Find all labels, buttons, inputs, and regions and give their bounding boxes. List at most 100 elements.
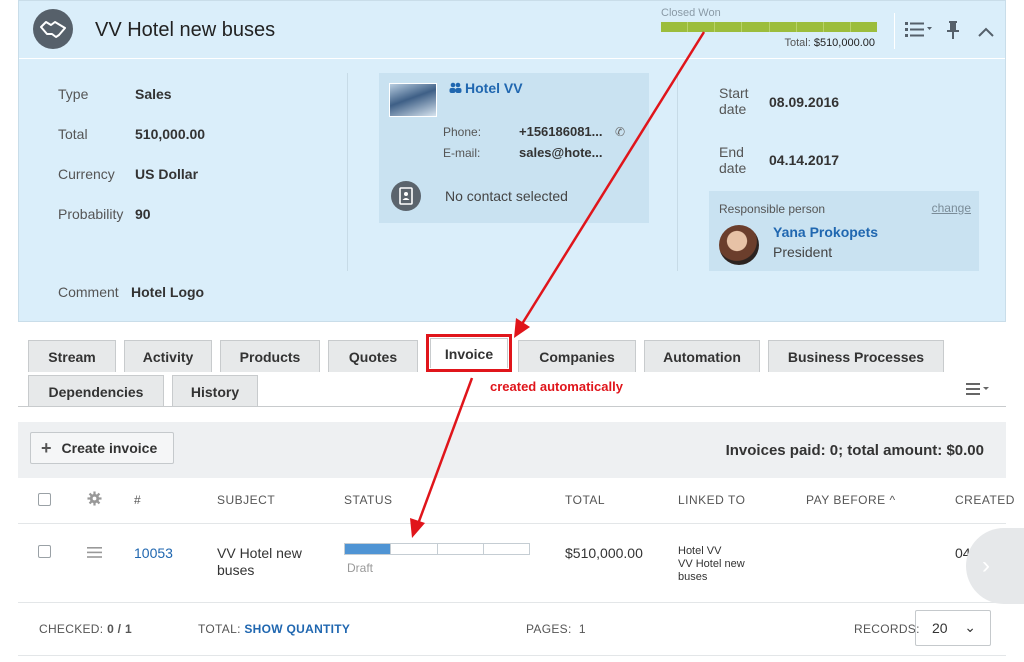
type-label: Type bbox=[58, 86, 89, 102]
currency-label: Currency bbox=[58, 166, 115, 182]
created-automatically-note: created automatically bbox=[490, 379, 623, 394]
total-quantity: TOTAL: SHOW QUANTITY bbox=[198, 622, 350, 636]
select-all-checkbox[interactable] bbox=[38, 493, 51, 506]
header-divider-line bbox=[18, 523, 1006, 524]
pages-info: PAGES: 1 bbox=[526, 622, 586, 636]
probability-label: Probability bbox=[58, 206, 124, 222]
invoice-total: $510,000.00 bbox=[565, 545, 643, 561]
table-footer: CHECKED: 0 / 1 TOTAL: SHOW QUANTITY PAGE… bbox=[18, 604, 1006, 656]
total-field-value: 510,000.00 bbox=[135, 126, 206, 142]
deal-card: VV Hotel new buses Closed Won Total: $51… bbox=[18, 0, 1006, 322]
phone-label: Phone: bbox=[443, 125, 482, 139]
handshake-icon bbox=[33, 9, 73, 49]
records-label: RECORDS: bbox=[854, 622, 920, 636]
sort-up-icon: ^ bbox=[885, 493, 896, 507]
pin-icon[interactable] bbox=[947, 21, 959, 43]
col-total-header[interactable]: TOTAL bbox=[565, 493, 605, 507]
stage-progress-bar[interactable] bbox=[661, 22, 877, 32]
status-text: Draft bbox=[347, 561, 374, 575]
row-divider-line bbox=[18, 602, 1006, 603]
phone-value: +156186081... bbox=[519, 124, 603, 139]
linked-deal-line2: buses bbox=[678, 571, 708, 583]
invoice-number-link[interactable]: 10053 bbox=[134, 545, 173, 561]
plus-icon: + bbox=[41, 437, 52, 458]
col-linked-header[interactable]: LINKED TO bbox=[678, 493, 745, 507]
total-value: $510,000.00 bbox=[813, 37, 875, 49]
collapse-chevron-icon[interactable] bbox=[978, 25, 994, 41]
checked-value: 0 / 1 bbox=[107, 622, 132, 636]
column-divider bbox=[677, 73, 678, 271]
tab-products[interactable]: Products bbox=[220, 340, 320, 372]
col-created-header[interactable]: CREATED bbox=[955, 493, 1015, 507]
responsible-card: Responsible person change Yana Prokopets… bbox=[709, 191, 979, 271]
pay-before-label: PAY BEFORE bbox=[806, 493, 886, 507]
tab-business-processes[interactable]: Business Processes bbox=[768, 340, 944, 372]
create-invoice-button[interactable]: + Create invoice bbox=[30, 432, 174, 464]
currency-value: US Dollar bbox=[135, 166, 199, 182]
stage-total: Total: $510,000.00 bbox=[784, 37, 875, 49]
column-divider bbox=[347, 73, 348, 271]
gear-icon[interactable] bbox=[87, 491, 102, 511]
end-date-label: End date bbox=[719, 144, 746, 176]
checked-label: CHECKED: bbox=[39, 622, 104, 636]
deal-header: VV Hotel new buses Closed Won Total: $51… bbox=[19, 1, 1005, 59]
end-date-label-line1: End bbox=[719, 144, 744, 160]
email-label: E-mail: bbox=[443, 146, 481, 160]
col-pay-before-header[interactable]: PAY BEFORE ^ bbox=[806, 493, 896, 507]
col-number-header[interactable]: # bbox=[134, 493, 141, 507]
tab-automation[interactable]: Automation bbox=[644, 340, 760, 372]
records-value: 20 bbox=[932, 620, 948, 636]
subject-line1: VV Hotel new bbox=[217, 545, 302, 561]
client-name-link[interactable]: Hotel VV bbox=[465, 80, 523, 96]
linked-deal-line1: VV Hotel new bbox=[678, 558, 745, 570]
chevron-down-icon: ⌄ bbox=[964, 619, 976, 635]
contact-book-icon bbox=[391, 181, 421, 211]
col-subject-header[interactable]: SUBJECT bbox=[217, 493, 275, 507]
pages-label: PAGES: bbox=[526, 622, 572, 636]
end-date-label-line2: date bbox=[719, 160, 747, 176]
comment-value: Hotel Logo bbox=[131, 284, 205, 300]
responsible-name-link[interactable]: Yana Prokopets bbox=[773, 224, 878, 240]
email-value[interactable]: sales@hote... bbox=[519, 145, 602, 160]
tab-dependencies[interactable]: Dependencies bbox=[28, 375, 164, 407]
create-invoice-label: Create invoice bbox=[61, 440, 158, 456]
tab-history[interactable]: History bbox=[172, 375, 258, 407]
stage-label: Closed Won bbox=[661, 7, 721, 19]
invoice-subject: VV Hotel new buses bbox=[217, 545, 302, 579]
invoice-toolbar: + Create invoice Invoices paid: 0; total … bbox=[18, 422, 1006, 478]
records-per-page-select[interactable]: 20 ⌄ bbox=[915, 610, 991, 646]
company-icon bbox=[449, 82, 462, 93]
responsible-label: Responsible person bbox=[719, 202, 826, 216]
start-date-value: 08.09.2016 bbox=[769, 94, 840, 110]
show-quantity-link[interactable]: SHOW QUANTITY bbox=[244, 622, 350, 636]
tab-quotes[interactable]: Quotes bbox=[328, 340, 418, 372]
no-contact-text: No contact selected bbox=[445, 188, 568, 204]
tab-stream[interactable]: Stream bbox=[28, 340, 116, 372]
responsible-position: President bbox=[773, 244, 833, 260]
tabs-menu-icon[interactable] bbox=[966, 382, 990, 400]
change-responsible-link[interactable]: change bbox=[932, 201, 971, 215]
tab-activity[interactable]: Activity bbox=[124, 340, 212, 372]
col-status-header[interactable]: STATUS bbox=[344, 493, 393, 507]
comment-label: Comment bbox=[58, 284, 119, 300]
checked-count: CHECKED: 0 / 1 bbox=[39, 622, 132, 636]
company-logo bbox=[389, 83, 437, 117]
row-checkbox[interactable] bbox=[38, 545, 51, 558]
status-progress-bar[interactable] bbox=[344, 543, 530, 555]
header-divider bbox=[894, 13, 895, 49]
start-date-label-line1: Start bbox=[719, 85, 749, 101]
invoices-summary: Invoices paid: 0; total amount: $0.00 bbox=[725, 442, 984, 459]
start-date-label-line2: date bbox=[719, 101, 747, 117]
total-prefix: Total: bbox=[784, 37, 811, 49]
phone-call-icon[interactable]: ✆ bbox=[615, 125, 625, 139]
linked-to: Hotel VV VV Hotel new buses bbox=[678, 545, 768, 584]
start-date-label: Start date bbox=[719, 85, 749, 117]
chevron-right-icon: › bbox=[982, 552, 990, 579]
linked-company: Hotel VV bbox=[678, 545, 722, 557]
end-date-value: 04.14.2017 bbox=[769, 152, 840, 168]
list-menu-icon[interactable] bbox=[905, 21, 933, 41]
total-label: Total bbox=[58, 126, 88, 142]
scroll-right-button[interactable]: › bbox=[966, 528, 1024, 604]
tab-companies[interactable]: Companies bbox=[518, 340, 636, 372]
row-menu-icon[interactable] bbox=[87, 545, 102, 563]
